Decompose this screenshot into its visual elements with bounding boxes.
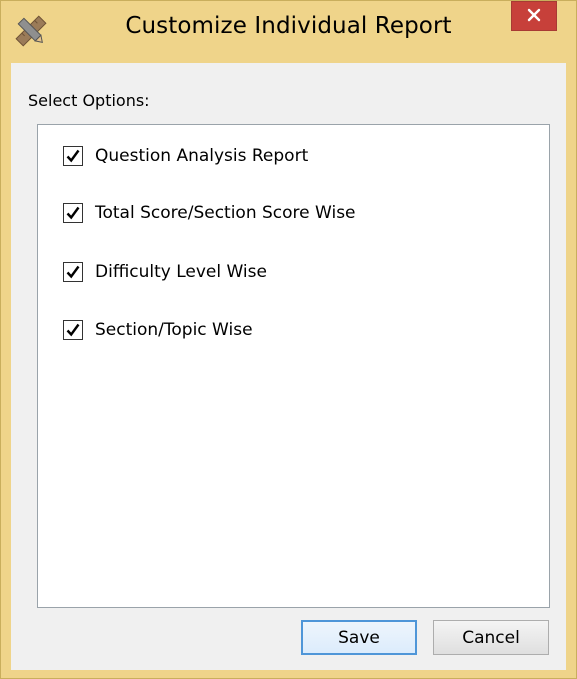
checkmark-icon [66,149,80,163]
option-difficulty-level-wise[interactable]: Difficulty Level Wise [63,260,267,284]
option-label: Difficulty Level Wise [95,262,267,282]
title-bar[interactable]: Customize Individual Report [1,1,576,63]
option-section-topic-wise[interactable]: Section/Topic Wise [63,318,253,342]
window-title: Customize Individual Report [125,13,452,39]
option-label: Section/Topic Wise [95,320,253,340]
cancel-button[interactable]: Cancel [433,620,549,655]
checkmark-icon [66,206,80,220]
checkbox[interactable] [63,203,83,223]
checkmark-icon [66,323,80,337]
option-total-score-section-score-wise[interactable]: Total Score/Section Score Wise [63,201,356,225]
option-question-analysis-report[interactable]: Question Analysis Report [63,144,308,168]
option-label: Total Score/Section Score Wise [95,203,356,223]
select-options-label: Select Options: [28,91,150,110]
checkbox[interactable] [63,146,83,166]
dialog-window: Customize Individual Report Select Optio… [0,0,577,679]
options-list [37,124,550,608]
checkbox[interactable] [63,262,83,282]
checkmark-icon [66,265,80,279]
close-icon [527,8,541,22]
close-button[interactable] [511,1,557,31]
checkbox[interactable] [63,320,83,340]
save-button[interactable]: Save [301,620,417,655]
option-label: Question Analysis Report [95,146,309,166]
